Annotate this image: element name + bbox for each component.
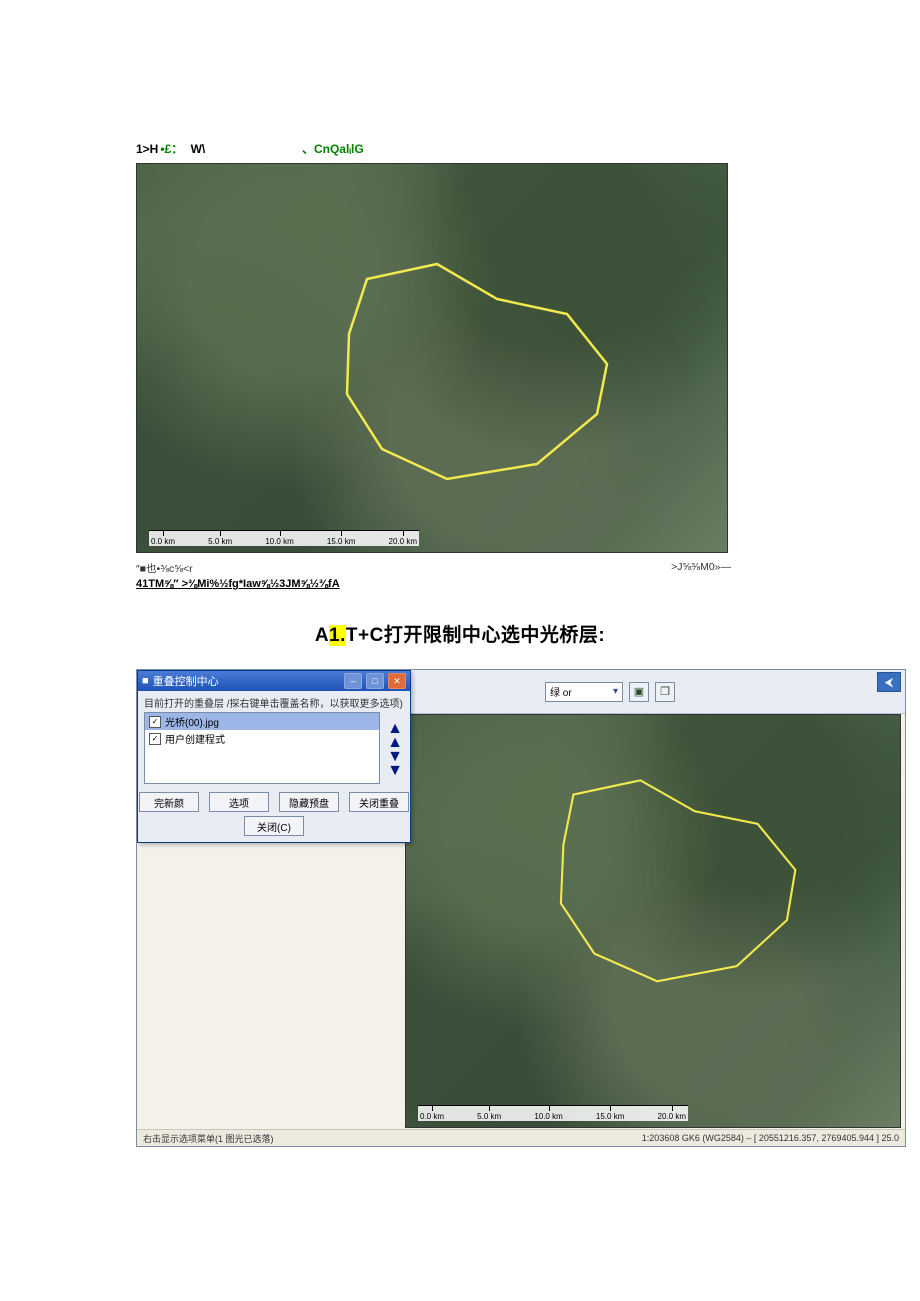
toolbar-combo[interactable]: 绿 or ▾: [545, 682, 623, 702]
status-left: 右击显示选项菜单(1 图光已选落): [143, 1132, 274, 1145]
arrow-left-icon: ⮜: [885, 675, 894, 690]
toolbar-button-1[interactable]: ▣: [629, 682, 649, 702]
layer-row[interactable]: ✓ 用户创建程式: [145, 730, 379, 747]
scale-tick: 5.0 km: [477, 1112, 501, 1121]
scale-tick: 15.0 km: [327, 537, 355, 546]
fig1-header-b: •£：: [160, 142, 183, 156]
maximize-button[interactable]: □: [366, 673, 384, 689]
layer-name: 光桥(00).jpg: [165, 714, 219, 729]
layer-list[interactable]: ✓ 光桥(00).jpg ✓ 用户创建程式: [144, 712, 380, 784]
dialog-subtitle: 目前打开的重叠层 /探右键单击覆盖名称，以获取更多选项): [138, 691, 410, 712]
layer-control-dialog: ■ 重叠控制中心 – □ ✕ 目前打开的重叠层 /探右键单击覆盖名称，以获取更多…: [137, 670, 411, 843]
figure-1: 1>H•£： W\ 、CnQalᵢlG 0.0 km 5.0 km 10.0 k…: [136, 140, 731, 590]
map-view-1[interactable]: 0.0 km 5.0 km 10.0 km 15.0 km 20.0 km: [136, 163, 728, 553]
close-icon: ✕: [393, 677, 401, 686]
close-button[interactable]: ✕: [388, 673, 406, 689]
map-view-2[interactable]: 0.0 km 5.0 km 10.0 km 15.0 km 20.0 km: [405, 714, 901, 1128]
dialog-title: 重叠控制中心: [153, 673, 219, 689]
layers-icon: ❐: [660, 685, 670, 698]
layer-name: 用户创建程式: [165, 731, 225, 746]
figure-1-footer-row: ″■也•⅜c⅝<r >J⅝⅜M0»—: [136, 561, 731, 576]
scale-tick: 0.0 km: [151, 537, 175, 546]
maximize-icon: □: [372, 677, 377, 686]
scale-bar: 0.0 km 5.0 km 10.0 km 15.0 km 20.0 km: [418, 1105, 688, 1121]
figure-2: 绿 or ▾ ▣ ❐ ⮜ 0.0: [136, 669, 906, 1147]
status-bar: 右击显示选项菜单(1 图光已选落) 1:203608 GK6 (WG2584) …: [137, 1129, 905, 1146]
fig1-header-d: 、CnQalᵢlG: [302, 142, 364, 156]
toolbar-button-2[interactable]: ❐: [655, 682, 675, 702]
chevron-down-icon: ▾: [613, 686, 618, 697]
scale-tick: 5.0 km: [208, 537, 232, 546]
figure-1-footer-2: 41TM⅝″ >⅜Mi%½fg*Iaw⅝½3JM⅝½⅜fA: [136, 578, 731, 590]
checkbox[interactable]: ✓: [149, 733, 161, 745]
scale-tick: 10.0 km: [265, 537, 293, 546]
layer-row[interactable]: ✓ 光桥(00).jpg: [145, 713, 379, 730]
dialog-titlebar[interactable]: ■ 重叠控制中心 – □ ✕: [138, 671, 410, 691]
options-button[interactable]: 选项: [209, 792, 269, 812]
scale-bar: 0.0 km 5.0 km 10.0 km 15.0 km 20.0 km: [149, 530, 419, 546]
collapse-button[interactable]: ⮜: [877, 672, 901, 692]
scale-tick: 0.0 km: [420, 1112, 444, 1121]
picture-icon: ▣: [634, 685, 644, 698]
layer-order-controls: ▲ ▲ ▼ ▼: [384, 712, 410, 788]
heading-b: T+C打开限制中心选中光桥层:: [346, 625, 605, 646]
minimize-icon: –: [350, 677, 355, 686]
dialog-button-row: 完新颜 选项 隐藏预盘 关闭重叠: [138, 788, 410, 816]
combo-text: 绿 or: [550, 684, 572, 699]
app-window: 绿 or ▾ ▣ ❐ ⮜ 0.0: [136, 669, 906, 1147]
terrain-imagery: [137, 164, 727, 552]
section-heading: A1.T+C打开限制中心选中光桥层:: [0, 620, 920, 647]
scale-tick: 20.0 km: [658, 1112, 686, 1121]
hide-preview-button[interactable]: 隐藏预盘: [279, 792, 339, 812]
checkbox[interactable]: ✓: [149, 716, 161, 728]
refresh-button[interactable]: 完新颜: [139, 792, 199, 812]
move-bottom-button[interactable]: ▼: [387, 764, 403, 778]
scale-tick: 15.0 km: [596, 1112, 624, 1121]
scale-tick: 10.0 km: [534, 1112, 562, 1121]
fig1-header-c: W\: [191, 142, 206, 156]
figure-1-header: 1>H•£： W\ 、CnQalᵢlG: [136, 140, 731, 157]
heading-highlight: 1.: [329, 625, 346, 646]
minimize-button[interactable]: –: [344, 673, 362, 689]
fig1-header-a: 1>H: [136, 142, 158, 156]
fig1-footer-right: >J⅝⅜M0»—: [671, 561, 731, 576]
app-icon: ■: [142, 675, 149, 687]
terrain-imagery: [406, 715, 900, 1127]
fig1-footer-left: ″■也•⅜c⅝<r: [136, 561, 193, 576]
heading-a: A: [315, 625, 329, 646]
dialog-close-button[interactable]: 关闭(C): [244, 816, 304, 836]
status-right: 1:203608 GK6 (WG2584) – [ 20551216.357, …: [642, 1133, 899, 1143]
toolbar: 绿 or ▾ ▣ ❐ ⮜: [405, 670, 905, 714]
scale-tick: 20.0 km: [389, 537, 417, 546]
close-layer-button[interactable]: 关闭重叠: [349, 792, 409, 812]
